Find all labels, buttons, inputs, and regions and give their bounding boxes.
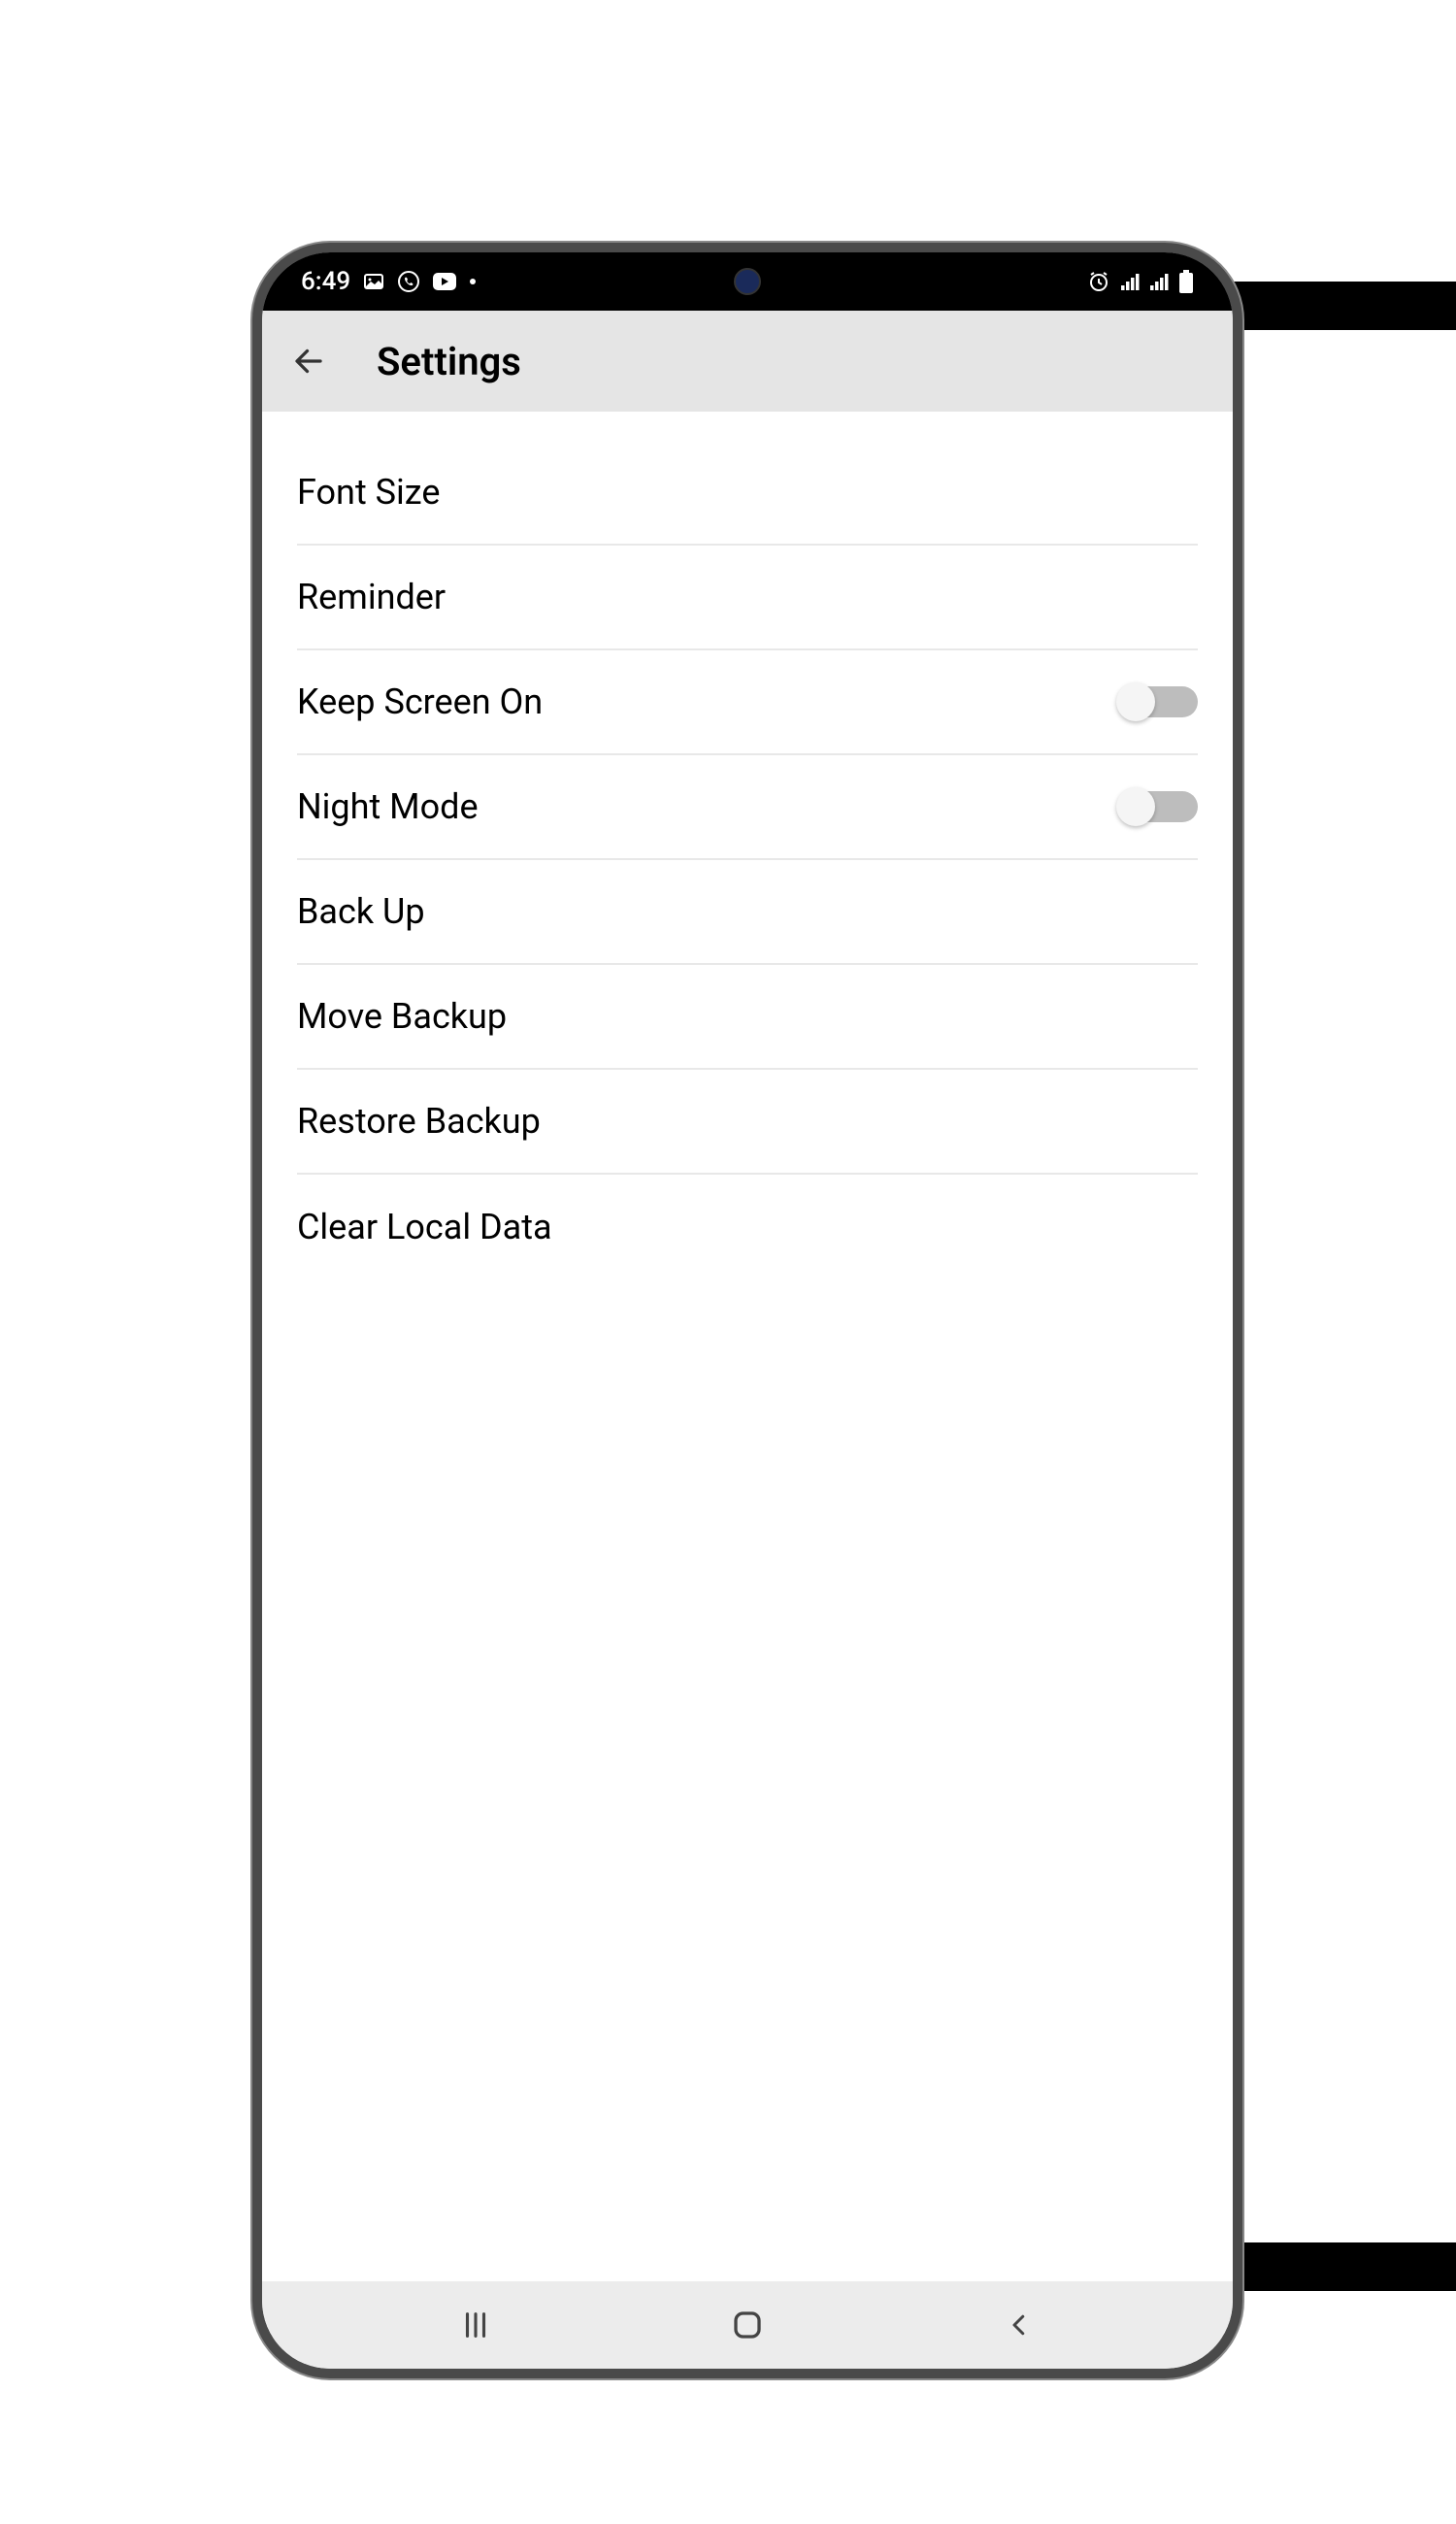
dot-icon xyxy=(469,278,477,285)
nav-recent-button[interactable] xyxy=(447,2296,505,2354)
toggle-knob xyxy=(1116,682,1155,721)
setting-label: Move Backup xyxy=(297,996,507,1037)
battery-icon xyxy=(1178,270,1194,293)
signal-2-icon xyxy=(1149,273,1169,290)
setting-keep-screen-on[interactable]: Keep Screen On xyxy=(297,650,1198,755)
phone-frame: 6:49 xyxy=(252,243,1242,2378)
setting-label: Keep Screen On xyxy=(297,681,543,722)
setting-label: Restore Backup xyxy=(297,1101,541,1142)
settings-list: Font Size Reminder Keep Screen On Night … xyxy=(262,441,1233,1279)
setting-back-up[interactable]: Back Up xyxy=(297,860,1198,965)
status-time: 6:49 xyxy=(301,267,350,296)
app-bar: Settings xyxy=(262,311,1233,412)
status-bar: 6:49 xyxy=(262,252,1233,311)
chevron-left-icon xyxy=(1005,2310,1034,2340)
front-camera xyxy=(734,268,761,295)
setting-label: Clear Local Data xyxy=(297,1207,552,1247)
status-left: 6:49 xyxy=(301,267,477,296)
setting-clear-local-data[interactable]: Clear Local Data xyxy=(297,1175,1198,1279)
status-right xyxy=(1087,270,1194,293)
setting-label: Night Mode xyxy=(297,786,479,827)
page-title: Settings xyxy=(377,339,521,384)
nav-home-button[interactable] xyxy=(718,2296,777,2354)
home-icon xyxy=(730,2308,765,2342)
setting-label: Font Size xyxy=(297,472,440,513)
setting-restore-backup[interactable]: Restore Backup xyxy=(297,1070,1198,1175)
decorative-cable-top xyxy=(1233,282,1456,330)
arrow-left-icon xyxy=(291,344,326,379)
toggle-knob xyxy=(1116,787,1155,826)
system-nav-bar xyxy=(262,2281,1233,2369)
keep-screen-on-toggle[interactable] xyxy=(1120,686,1198,717)
setting-night-mode[interactable]: Night Mode xyxy=(297,755,1198,860)
night-mode-toggle[interactable] xyxy=(1120,791,1198,822)
setting-font-size[interactable]: Font Size xyxy=(297,441,1198,546)
setting-label: Reminder xyxy=(297,577,446,617)
decorative-cable-bottom xyxy=(1233,2242,1456,2291)
setting-label: Back Up xyxy=(297,891,425,932)
recent-icon xyxy=(459,2308,492,2341)
setting-move-backup[interactable]: Move Backup xyxy=(297,965,1198,1070)
whatsapp-icon xyxy=(397,270,420,293)
back-button[interactable] xyxy=(289,342,328,381)
image-icon xyxy=(362,270,385,293)
youtube-icon xyxy=(432,272,457,291)
phone-screen: 6:49 xyxy=(262,252,1233,2369)
nav-back-button[interactable] xyxy=(990,2296,1048,2354)
settings-content: Font Size Reminder Keep Screen On Night … xyxy=(262,412,1233,2281)
setting-reminder[interactable]: Reminder xyxy=(297,546,1198,650)
signal-1-icon xyxy=(1120,273,1140,290)
alarm-icon xyxy=(1087,270,1110,293)
